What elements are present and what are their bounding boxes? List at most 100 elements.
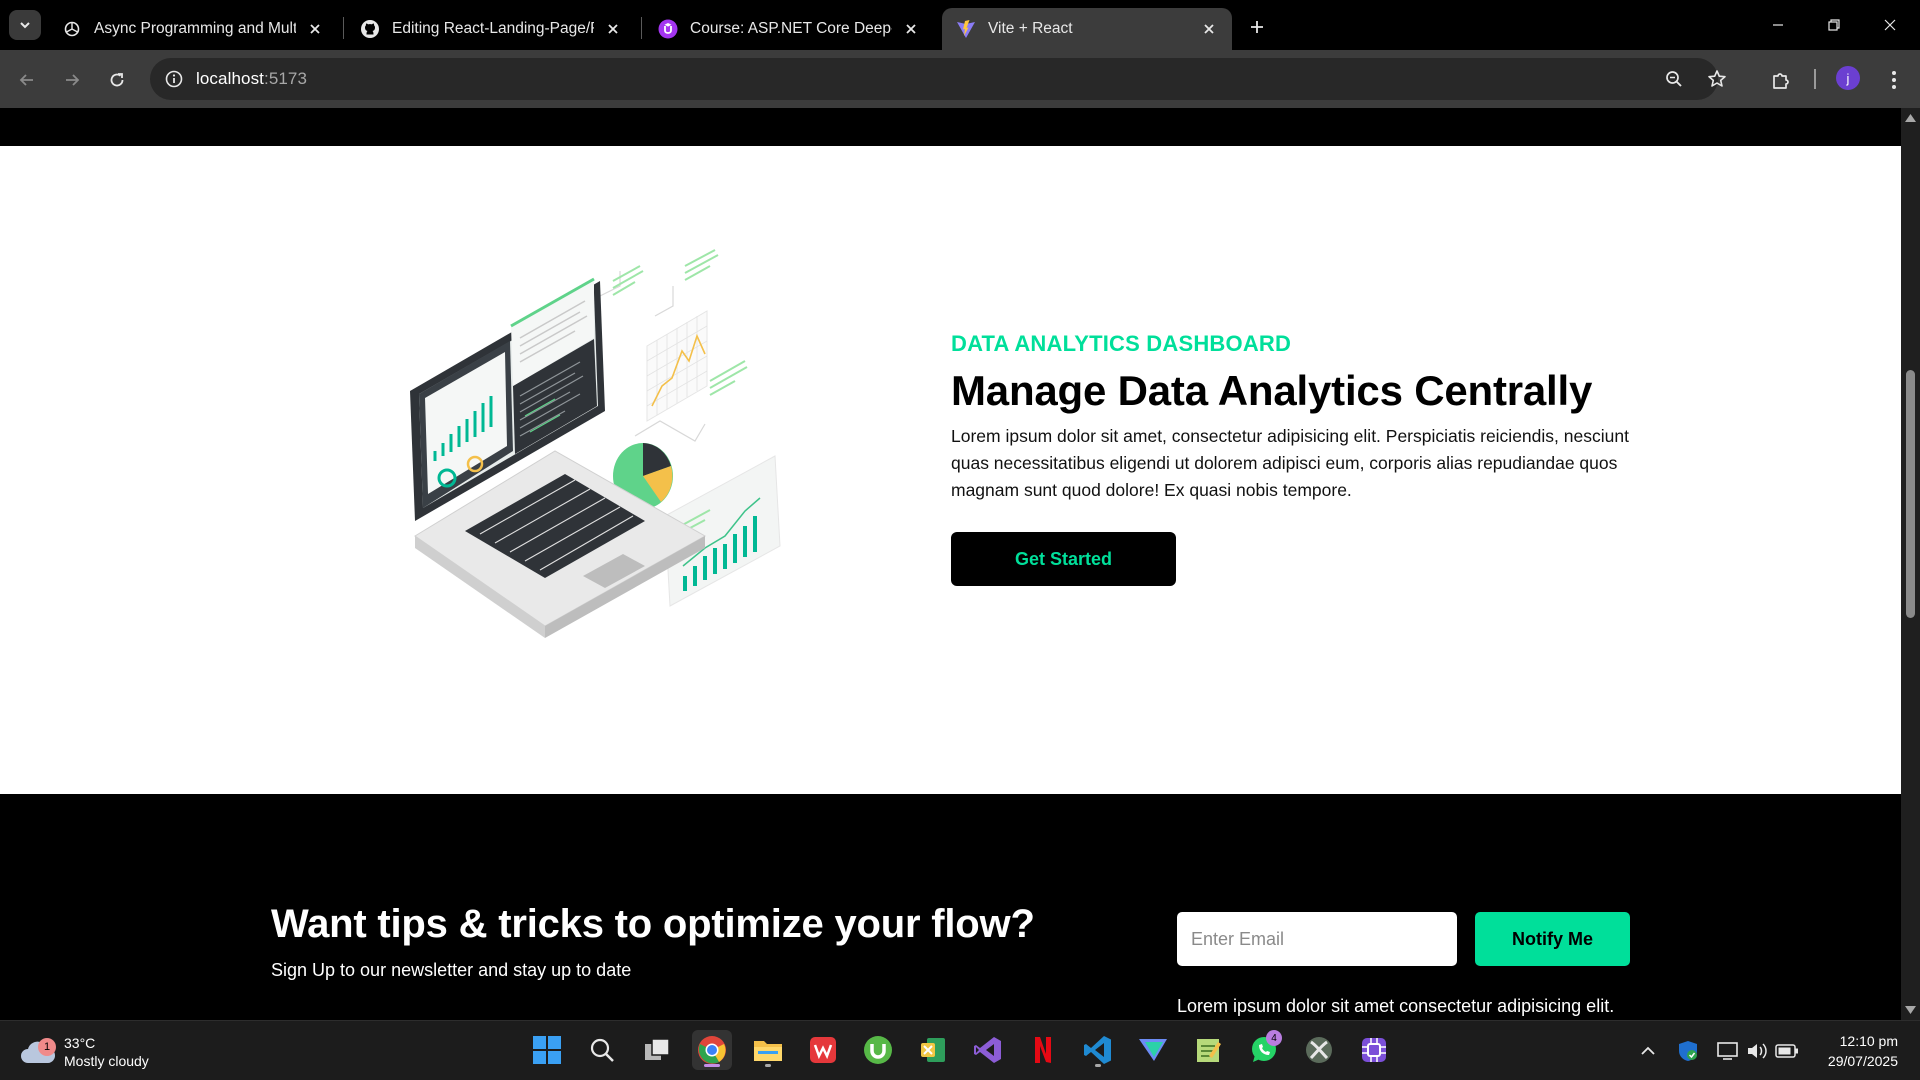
vite-icon bbox=[956, 19, 976, 39]
laptop-analytics-illustration bbox=[410, 249, 781, 638]
scrollbar-thumb[interactable] bbox=[1906, 370, 1915, 618]
new-tab-button[interactable] bbox=[1242, 12, 1272, 42]
arrow-left-icon bbox=[19, 74, 33, 86]
taskbar-app-vscode[interactable] bbox=[1078, 1030, 1118, 1070]
url-text: localhost:5173 bbox=[196, 69, 307, 89]
taskbar-app-chrome[interactable] bbox=[692, 1030, 732, 1070]
vertical-scrollbar[interactable] bbox=[1901, 108, 1920, 1020]
taskbar-clock[interactable]: 12:10 pm 29/07/2025 bbox=[1808, 1031, 1898, 1071]
tab-course-aspnet[interactable]: Course: ASP.NET Core Deep-Div bbox=[644, 8, 934, 50]
taskbar-app-utorrent[interactable] bbox=[858, 1030, 898, 1070]
reload-button[interactable] bbox=[101, 64, 133, 96]
weather-alert-badge: 1 bbox=[38, 1038, 56, 1056]
tab-separator bbox=[641, 17, 642, 39]
vscode-icon bbox=[1084, 1036, 1111, 1064]
chrome-icon bbox=[698, 1036, 726, 1064]
puzzle-icon bbox=[1773, 73, 1789, 89]
taskbar-app-file-explorer[interactable] bbox=[748, 1030, 788, 1070]
newsletter-title: Want tips & tricks to optimize your flow… bbox=[271, 902, 1035, 946]
defender-shield-icon[interactable] bbox=[1676, 1039, 1700, 1063]
windows-icon bbox=[533, 1036, 561, 1064]
section-eyebrow: DATA ANALYTICS DASHBOARD bbox=[951, 331, 1292, 356]
newsletter-subtitle: Sign Up to our newsletter and stay up to… bbox=[271, 960, 632, 980]
forward-button[interactable] bbox=[56, 64, 88, 96]
taskbar-app-whatsapp[interactable]: 4 bbox=[1244, 1030, 1284, 1070]
windows-taskbar: 1 33°C Mostly cloudy 4 12:10 pm 29/07/20… bbox=[0, 1020, 1920, 1080]
app-icon bbox=[1362, 1038, 1386, 1062]
notification-badge: 4 bbox=[1266, 1030, 1282, 1046]
bookmark-star-icon[interactable] bbox=[1703, 65, 1731, 93]
github-icon bbox=[360, 19, 380, 39]
running-indicator bbox=[1095, 1064, 1101, 1067]
taskbar-app-xbox[interactable] bbox=[1299, 1030, 1339, 1070]
volume-icon[interactable] bbox=[1745, 1039, 1769, 1063]
page-viewport: DATA ANALYTICS DASHBOARD Manage Data Ana… bbox=[0, 108, 1901, 1020]
openai-icon bbox=[62, 19, 82, 39]
close-icon[interactable] bbox=[304, 18, 326, 40]
tab-title: Async Programming and Multit bbox=[94, 20, 296, 37]
close-window-button[interactable] bbox=[1870, 10, 1910, 40]
hero-title: Manage Data Analytics Centrally bbox=[951, 367, 1593, 414]
close-icon[interactable] bbox=[1198, 18, 1220, 40]
address-bar[interactable]: localhost:5173 bbox=[150, 58, 1726, 100]
minimize-icon bbox=[1773, 24, 1783, 26]
folder-icon bbox=[754, 1041, 782, 1061]
task-view-button[interactable] bbox=[637, 1030, 677, 1070]
menu-button[interactable] bbox=[1878, 64, 1910, 96]
chevron-up-icon[interactable] bbox=[1636, 1039, 1660, 1063]
newsletter-section: Want tips & tricks to optimize your flow… bbox=[0, 794, 1901, 1020]
running-indicator bbox=[704, 1064, 720, 1067]
chevron-down-icon bbox=[20, 22, 30, 29]
more-vertical-icon bbox=[1892, 71, 1896, 89]
excel-icon bbox=[921, 1038, 945, 1062]
extensions-button[interactable] bbox=[1765, 64, 1797, 96]
start-button[interactable] bbox=[527, 1030, 567, 1070]
running-indicator bbox=[765, 1064, 771, 1067]
tab-search-button[interactable] bbox=[9, 10, 41, 40]
tab-async-programming[interactable]: Async Programming and Multit bbox=[48, 8, 338, 50]
tab-separator bbox=[343, 17, 344, 39]
profile-avatar[interactable]: j bbox=[1836, 66, 1860, 90]
taskbar-app-purple[interactable] bbox=[1354, 1030, 1394, 1070]
newsletter-note: Lorem ipsum dolor sit amet consectetur a… bbox=[1177, 996, 1615, 1016]
task-view-icon bbox=[645, 1038, 670, 1060]
scroll-up-icon[interactable] bbox=[1905, 113, 1916, 123]
hero-text-block: DATA ANALYTICS DASHBOARD Manage Data Ana… bbox=[951, 331, 1661, 586]
notepad-icon bbox=[1197, 1039, 1221, 1062]
email-field[interactable] bbox=[1177, 912, 1457, 966]
weather-widget[interactable]: 1 33°C Mostly cloudy bbox=[20, 1029, 200, 1073]
close-icon[interactable] bbox=[602, 18, 624, 40]
close-icon[interactable] bbox=[900, 18, 922, 40]
xbox-icon bbox=[1306, 1037, 1332, 1063]
zoom-icon[interactable] bbox=[1660, 65, 1688, 93]
taskbar-app-visual-studio[interactable] bbox=[968, 1030, 1008, 1070]
clock-date: 29/07/2025 bbox=[1827, 1053, 1898, 1069]
notify-me-button[interactable]: Notify Me bbox=[1475, 912, 1630, 966]
taskbar-search-button[interactable] bbox=[582, 1030, 622, 1070]
site-info-icon[interactable] bbox=[160, 65, 188, 93]
tab-vite-react[interactable]: Vite + React bbox=[942, 8, 1232, 50]
analytics-section: DATA ANALYTICS DASHBOARD Manage Data Ana… bbox=[0, 146, 1901, 794]
taskbar-app-notepad[interactable] bbox=[1188, 1030, 1228, 1070]
network-icon[interactable] bbox=[1716, 1039, 1740, 1063]
reload-icon bbox=[110, 73, 124, 87]
taskbar-app-excel[interactable] bbox=[913, 1030, 953, 1070]
tab-title: Course: ASP.NET Core Deep-Div bbox=[690, 20, 892, 37]
taskbar-app-netflix[interactable] bbox=[1023, 1030, 1063, 1070]
plus-icon bbox=[1251, 21, 1263, 33]
utorrent-icon bbox=[864, 1036, 892, 1064]
back-button[interactable] bbox=[11, 64, 43, 96]
taskbar-app-wps-office[interactable] bbox=[803, 1030, 843, 1070]
udemy-icon bbox=[658, 19, 678, 39]
battery-icon[interactable] bbox=[1775, 1039, 1799, 1063]
visual-studio-icon bbox=[974, 1037, 1001, 1063]
tab-github-editing[interactable]: Editing React-Landing-Page/RE bbox=[346, 8, 636, 50]
taskbar-app-proton-vpn[interactable] bbox=[1133, 1030, 1173, 1070]
proton-vpn-icon bbox=[1139, 1039, 1167, 1061]
tab-strip: Async Programming and Multit Editing Rea… bbox=[0, 0, 1920, 50]
scroll-down-icon[interactable] bbox=[1905, 1005, 1916, 1015]
get-started-button[interactable]: Get Started bbox=[951, 532, 1176, 586]
minimize-button[interactable] bbox=[1758, 10, 1798, 40]
restore-button[interactable] bbox=[1814, 10, 1854, 40]
search-icon bbox=[590, 1038, 614, 1062]
